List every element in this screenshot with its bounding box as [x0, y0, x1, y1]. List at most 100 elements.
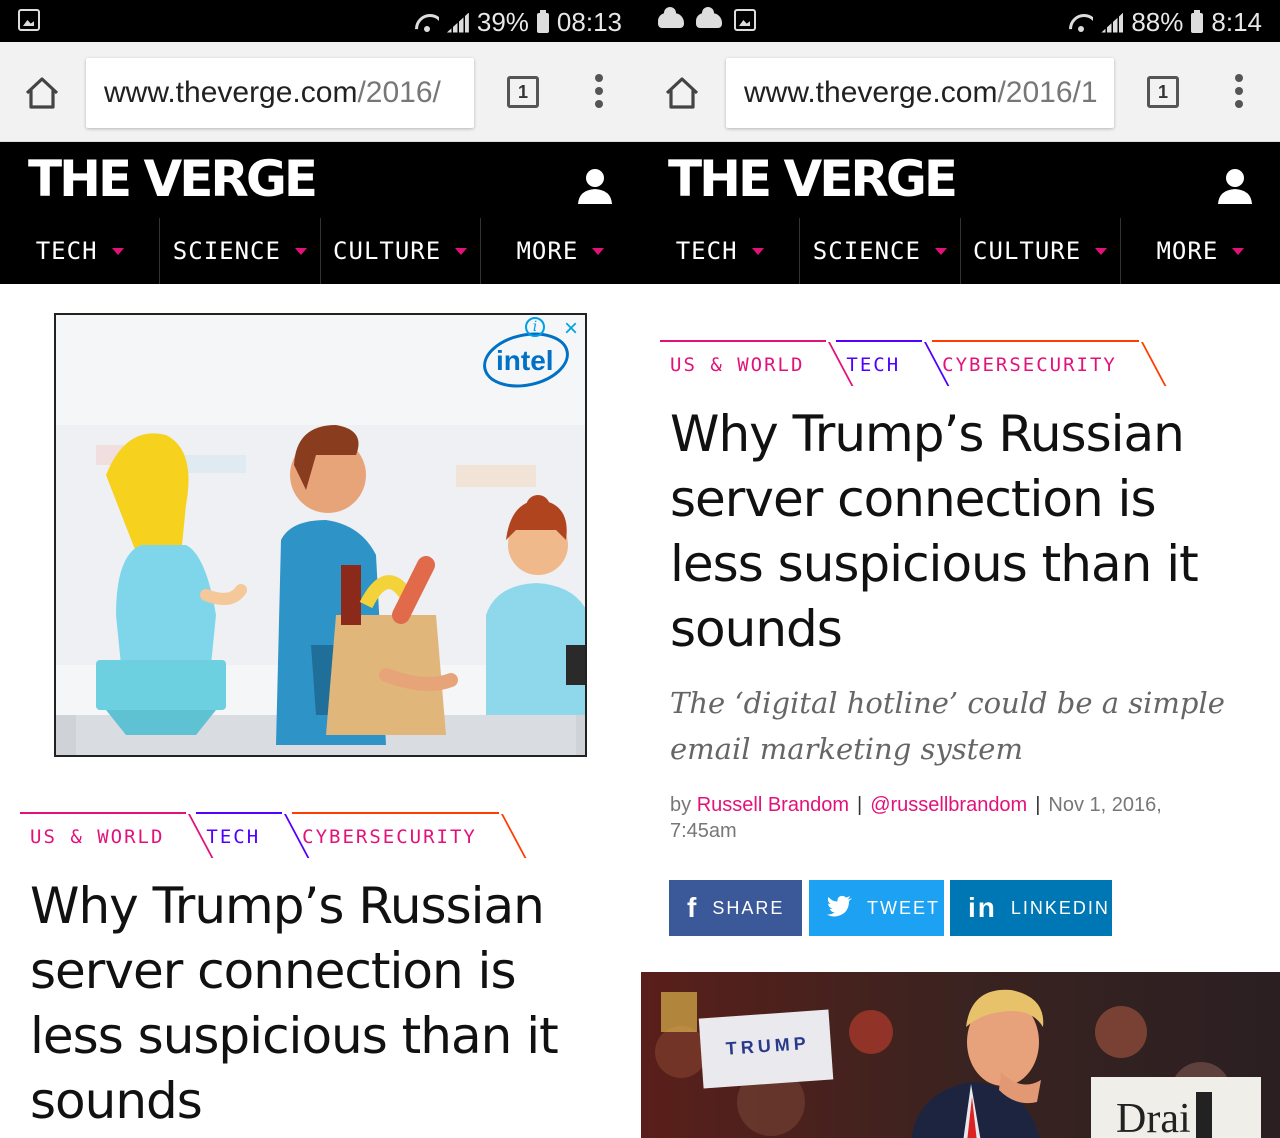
headline-line: sounds: [670, 600, 843, 658]
publish-date: Nov 1, 2016,: [1048, 794, 1162, 816]
intel-logo: intel: [496, 345, 554, 376]
ad-illustration: intel: [56, 315, 585, 755]
tag-label: CYBERSECURITY: [942, 354, 1117, 376]
article-headline: Why Trump’s Russian server connection is…: [30, 874, 630, 1134]
article-headline: Why Trump’s Russian server connection is…: [670, 402, 1270, 662]
tag-us-world[interactable]: US & WORLD: [20, 812, 214, 858]
url-domain: www.theverge.com: [104, 76, 358, 109]
nav-science[interactable]: SCIENCE: [799, 218, 959, 284]
twitter-handle-link[interactable]: @russellbrandom: [870, 794, 1027, 816]
status-bar: 88% 8:14: [640, 0, 1280, 42]
battery-percent: 39%: [476, 7, 529, 37]
tag-label: TECH: [846, 354, 901, 376]
clock: 8:14: [1211, 7, 1262, 37]
linkedin-share-button[interactable]: in LINKEDIN: [950, 880, 1112, 936]
tab-switcher-button[interactable]: 1: [507, 76, 539, 108]
article-tags: US & WORLD TECH CYBERSECURITY: [20, 812, 527, 858]
nav-label: MORE: [516, 237, 579, 265]
tag-cybersecurity[interactable]: CYBERSECURITY: [932, 340, 1167, 386]
site-logo[interactable]: THE VERGE: [28, 150, 318, 208]
nav-culture[interactable]: CULTURE: [959, 218, 1120, 284]
wifi-icon: [415, 12, 439, 34]
headline-line: less suspicious than it: [670, 535, 1199, 593]
nav-tech[interactable]: TECH: [0, 218, 159, 284]
user-account-icon[interactable]: [575, 166, 615, 206]
caret-down-icon: [1232, 247, 1245, 255]
nav-label: CULTURE: [333, 237, 442, 265]
twitter-bird-icon: [827, 895, 853, 922]
left-browser-screenshot: 39% 08:13 www.theverge.com/2016/ 1 THE V…: [0, 0, 640, 1138]
signal-icon: [446, 12, 469, 33]
image-notification-icon: [734, 9, 756, 31]
tab-switcher-button[interactable]: 1: [1147, 76, 1179, 108]
site-header: THE VERGE TECH SCIENCE CULTURE MORE: [640, 142, 1280, 284]
nav-culture[interactable]: CULTURE: [319, 218, 480, 284]
headline-line: less suspicious than it: [30, 1007, 559, 1065]
cloud-icon: [658, 6, 684, 28]
url-bar[interactable]: www.theverge.com/2016/: [86, 58, 474, 128]
right-browser-screenshot: 88% 8:14 www.theverge.com/2016/1 1 THE V…: [640, 0, 1280, 1138]
site-header: THE VERGE TECH SCIENCE CULTURE MORE: [0, 142, 640, 284]
signal-icon: [1101, 12, 1124, 33]
nav-science[interactable]: SCIENCE: [159, 218, 319, 284]
facebook-icon: f: [687, 892, 699, 923]
caret-down-icon: [592, 247, 605, 255]
site-logo[interactable]: THE VERGE: [668, 150, 958, 208]
caret-down-icon: [455, 247, 468, 255]
caret-down-icon: [934, 247, 947, 255]
overflow-menu-icon[interactable]: [1234, 74, 1244, 110]
nav-label: SCIENCE: [812, 237, 921, 265]
nav-label: TECH: [675, 237, 738, 265]
article-hero-photo: TRUMP Drai: [641, 972, 1280, 1138]
user-account-icon[interactable]: [1215, 166, 1255, 206]
url-path: /2016/: [357, 76, 441, 109]
dek-line: email marketing system: [670, 732, 1023, 766]
tag-label: TECH: [206, 826, 261, 848]
nav-more[interactable]: MORE: [1119, 218, 1280, 284]
overflow-menu-icon[interactable]: [594, 74, 604, 110]
ad-info-icon[interactable]: i: [525, 317, 545, 337]
nav-label: MORE: [1156, 237, 1219, 265]
advertisement[interactable]: intel i ×: [54, 313, 587, 757]
headline-line: sounds: [30, 1072, 203, 1130]
tag-label: US & WORLD: [670, 354, 805, 376]
url-domain: www.theverge.com: [744, 76, 998, 109]
url-path: /2016/1: [997, 76, 1098, 109]
share-label: LINKEDIN: [1010, 897, 1110, 918]
status-bar: 39% 08:13: [0, 0, 640, 42]
tag-tech[interactable]: TECH: [836, 340, 950, 386]
article-byline: by Russell Brandom | @russellbrandom | Nov 1…: [670, 792, 1250, 844]
nav-more[interactable]: MORE: [479, 218, 640, 284]
linkedin-icon: in: [968, 892, 997, 923]
image-notification-icon: [18, 9, 40, 31]
caret-down-icon: [1095, 247, 1108, 255]
facebook-share-button[interactable]: f SHARE: [669, 880, 802, 936]
main-nav: TECH SCIENCE CULTURE MORE: [0, 218, 640, 284]
caret-down-icon: [111, 247, 124, 255]
twitter-share-button[interactable]: TWEET: [809, 880, 944, 936]
url-bar[interactable]: www.theverge.com/2016/1: [726, 58, 1114, 128]
cloud-icon: [696, 6, 722, 28]
clock: 08:13: [556, 7, 622, 37]
nav-label: SCIENCE: [172, 237, 281, 265]
headline-line: server connection is: [30, 942, 517, 1000]
home-icon[interactable]: [24, 76, 60, 110]
nav-label: CULTURE: [973, 237, 1082, 265]
publish-time: 7:45am: [670, 820, 737, 842]
battery-icon: [1191, 9, 1204, 33]
tag-us-world[interactable]: US & WORLD: [660, 340, 854, 386]
nav-tech[interactable]: TECH: [640, 218, 799, 284]
browser-toolbar: www.theverge.com/2016/ 1: [0, 42, 640, 142]
article-tags: US & WORLD TECH CYBERSECURITY: [660, 340, 1167, 386]
caret-down-icon: [751, 247, 764, 255]
browser-toolbar: www.theverge.com/2016/1 1: [640, 42, 1280, 142]
home-icon[interactable]: [664, 76, 700, 110]
dek-line: The ‘digital hotline’ could be a simple: [670, 686, 1225, 720]
author-link[interactable]: Russell Brandom: [697, 794, 849, 816]
tag-cybersecurity[interactable]: CYBERSECURITY: [292, 812, 527, 858]
main-nav: TECH SCIENCE CULTURE MORE: [640, 218, 1280, 284]
tag-tech[interactable]: TECH: [196, 812, 310, 858]
battery-percent: 88%: [1131, 7, 1184, 37]
ad-close-icon[interactable]: ×: [559, 315, 583, 343]
wifi-icon: [1069, 12, 1093, 34]
